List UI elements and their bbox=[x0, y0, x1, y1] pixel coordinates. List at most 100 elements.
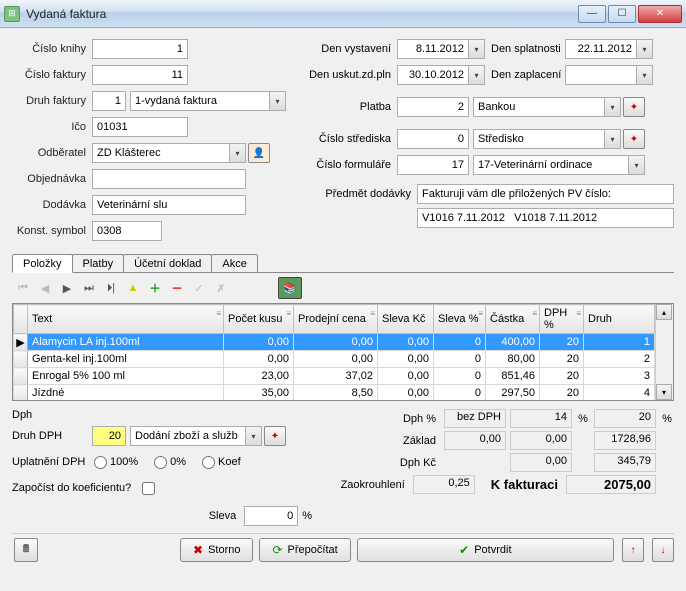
add-row-icon[interactable]: ＋ bbox=[146, 279, 164, 297]
label-den-vystaveni: Den vystavení bbox=[307, 43, 397, 55]
close-button[interactable]: ✕ bbox=[638, 5, 682, 23]
col-dph-pct[interactable]: DPH % bbox=[544, 307, 567, 331]
den-vystaveni-picker[interactable]: 8.11.2012 ▾ bbox=[397, 39, 485, 59]
calculator-button[interactable]: 🖩 bbox=[14, 538, 38, 562]
label-den-zaplaceni: Den zaplacení bbox=[485, 69, 565, 81]
tab-strip: Položky Platby Účetní doklad Akce bbox=[12, 254, 674, 273]
arrow-up-button[interactable]: ↑ bbox=[622, 538, 644, 562]
den-splatnosti-picker[interactable]: 22.11.2012 ▾ bbox=[565, 39, 653, 59]
nav-jump-icon[interactable]: ⏵| bbox=[102, 279, 120, 297]
col-sleva-pct[interactable]: Sleva % bbox=[438, 313, 478, 325]
label-formular: Číslo formuláře bbox=[307, 159, 397, 171]
tab-ucetni-doklad[interactable]: Účetní doklad bbox=[123, 254, 212, 272]
col-prodejni-cena[interactable]: Prodejní cena bbox=[298, 313, 366, 325]
chevron-down-icon[interactable]: ▾ bbox=[269, 92, 285, 110]
radio-koef[interactable]: Koef bbox=[202, 456, 241, 469]
titlebar: ⊞ Vydaná faktura — ☐ ✕ bbox=[0, 0, 686, 28]
prepocitat-button[interactable]: ⟳Přepočítat bbox=[259, 538, 350, 562]
radio-0pct[interactable]: 0% bbox=[154, 456, 186, 469]
chevron-down-icon[interactable]: ▾ bbox=[604, 130, 620, 148]
label-konst-symbol: Konst. symbol bbox=[12, 225, 92, 237]
stredisko-combo[interactable]: Středisko ▾ bbox=[473, 129, 621, 149]
table-row[interactable]: Jízdné35,008,500,000297,50204 bbox=[14, 385, 655, 401]
druh-dph-action-button[interactable]: ✦ bbox=[264, 426, 286, 446]
nav-prev-icon[interactable]: ◀ bbox=[36, 279, 54, 297]
odberatel-lookup-button[interactable]: 👤 bbox=[248, 143, 270, 163]
label-predmet: Předmět dodávky bbox=[307, 188, 417, 200]
platba-action-button[interactable]: ✦ bbox=[623, 97, 645, 117]
scroll-up-icon[interactable]: ▴ bbox=[656, 304, 672, 320]
scroll-down-icon[interactable]: ▾ bbox=[656, 384, 672, 400]
col-castka[interactable]: Částka bbox=[490, 313, 524, 325]
books-icon[interactable]: 📚 bbox=[278, 277, 302, 299]
label-k-fakturaci: K fakturaci bbox=[491, 477, 562, 492]
cislo-faktury-input[interactable] bbox=[92, 65, 188, 85]
col-sleva-kc[interactable]: Sleva Kč bbox=[382, 313, 425, 325]
odberatel-combo[interactable]: ZD Klášterec ▾ bbox=[92, 143, 246, 163]
maximize-button[interactable]: ☐ bbox=[608, 5, 636, 23]
col-druh[interactable]: Druh bbox=[588, 313, 612, 325]
calendar-icon[interactable]: ▾ bbox=[636, 66, 652, 84]
label-objednavka: Objednávka bbox=[12, 173, 92, 185]
cancel-icon[interactable]: ✗ bbox=[212, 279, 230, 297]
objednavka-input[interactable] bbox=[92, 169, 246, 189]
label-cislo-knihy: Číslo knihy bbox=[12, 43, 92, 55]
chevron-down-icon[interactable]: ▾ bbox=[245, 427, 261, 445]
platba-combo[interactable]: Bankou ▾ bbox=[473, 97, 621, 117]
radio-100pct[interactable]: 100% bbox=[94, 456, 138, 469]
stredisko-action-button[interactable]: ✦ bbox=[623, 129, 645, 149]
col-pocet-kusu[interactable]: Počet kusu bbox=[228, 313, 282, 325]
ico-input[interactable] bbox=[92, 117, 188, 137]
items-grid[interactable]: Text≡ Počet kusu≡ Prodejní cena≡ Sleva K… bbox=[12, 303, 674, 401]
label-odberatel: Odběratel bbox=[12, 147, 92, 159]
predmet-input-2[interactable] bbox=[417, 208, 674, 228]
label-zaklad: Základ bbox=[354, 435, 440, 447]
chevron-down-icon[interactable]: ▾ bbox=[229, 144, 245, 162]
tab-akce[interactable]: Akce bbox=[211, 254, 257, 272]
druh-dph-input[interactable] bbox=[92, 426, 126, 446]
platba-num-input[interactable] bbox=[397, 97, 469, 117]
label-den-uskut: Den uskut.zd.pln bbox=[307, 69, 397, 81]
druh-faktury-combo[interactable]: 1-vydaná faktura ▾ bbox=[130, 91, 286, 111]
tab-platby[interactable]: Platby bbox=[72, 254, 125, 272]
den-zaplaceni-picker[interactable]: ▾ bbox=[565, 65, 653, 85]
calendar-icon[interactable]: ▾ bbox=[468, 66, 484, 84]
chevron-down-icon[interactable]: ▾ bbox=[604, 98, 620, 116]
minimize-button[interactable]: — bbox=[578, 5, 606, 23]
zapocist-checkbox[interactable] bbox=[142, 482, 155, 495]
chevron-down-icon[interactable]: ▾ bbox=[628, 156, 644, 174]
app-icon: ⊞ bbox=[4, 6, 20, 22]
zaklad-0: 0,00 bbox=[444, 431, 506, 450]
druh-dph-combo[interactable]: Dodání zboží a služb ▾ bbox=[130, 426, 262, 446]
nav-next-icon[interactable]: ▶ bbox=[58, 279, 76, 297]
calendar-icon[interactable]: ▾ bbox=[636, 40, 652, 58]
calendar-icon[interactable]: ▾ bbox=[468, 40, 484, 58]
konst-symbol-input[interactable] bbox=[92, 221, 162, 241]
check-icon[interactable]: ✓ bbox=[190, 279, 208, 297]
storno-button[interactable]: ✖Storno bbox=[180, 538, 253, 562]
col-text[interactable]: Text bbox=[32, 313, 52, 325]
label-zaokrouhleni: Zaokrouhlení bbox=[323, 479, 409, 491]
sleva-input[interactable] bbox=[244, 506, 298, 526]
grid-scrollbar[interactable]: ▴ ▾ bbox=[655, 304, 673, 400]
formular-num-input[interactable] bbox=[397, 155, 469, 175]
formular-combo[interactable]: 17-Veterinární ordinace ▾ bbox=[473, 155, 645, 175]
table-row[interactable]: Genta-kel inj.100ml0,000,000,00080,00202 bbox=[14, 351, 655, 368]
nav-first-icon[interactable]: ⏮ bbox=[14, 279, 32, 297]
delete-row-icon[interactable]: － bbox=[168, 279, 186, 297]
grid-toolbar: ⏮ ◀ ▶ ⏭ ⏵| ▲ ＋ － ✓ ✗ 📚 bbox=[12, 273, 674, 303]
potvrdit-button[interactable]: ✔Potvrdit bbox=[357, 538, 614, 562]
druh-faktury-num-input[interactable] bbox=[92, 91, 126, 111]
stredisko-num-input[interactable] bbox=[397, 129, 469, 149]
nav-last-icon[interactable]: ⏭ bbox=[80, 279, 98, 297]
table-row[interactable]: Enrogal 5% 100 ml23,0037,020,000851,4620… bbox=[14, 368, 655, 385]
arrow-down-button[interactable]: ↓ bbox=[652, 538, 674, 562]
label-druh-faktury: Druh faktury bbox=[12, 95, 92, 107]
dodavka-input[interactable] bbox=[92, 195, 246, 215]
table-row[interactable]: ▶Alamycin LA inj.100ml0,000,000,000400,0… bbox=[14, 334, 655, 351]
tab-polozky[interactable]: Položky bbox=[12, 254, 73, 273]
den-uskut-picker[interactable]: 30.10.2012 ▾ bbox=[397, 65, 485, 85]
edit-icon[interactable]: ▲ bbox=[124, 279, 142, 297]
cislo-knihy-input[interactable] bbox=[92, 39, 188, 59]
predmet-input-1[interactable] bbox=[417, 184, 674, 204]
